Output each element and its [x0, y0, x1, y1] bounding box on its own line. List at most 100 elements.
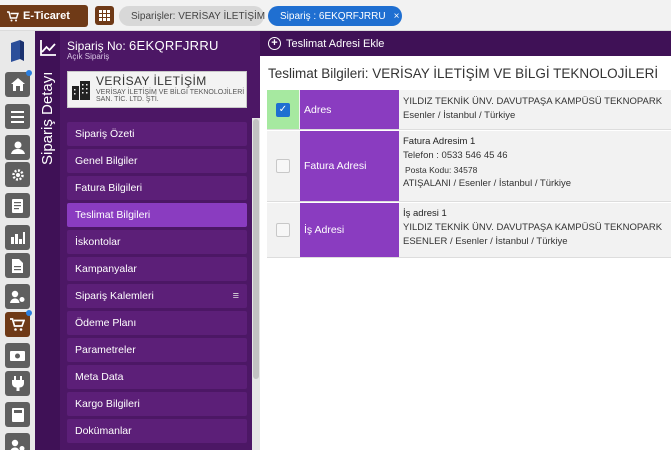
plug-icon	[11, 376, 24, 391]
file-icon	[12, 258, 23, 273]
menu-item-general-info[interactable]: Genel Bilgiler	[67, 149, 247, 173]
tab-order-detail[interactable]: Sipariş : 6EKQRFJRRU ×	[268, 6, 402, 26]
menu-item-label: İskontolar	[75, 236, 121, 248]
menu-item-documents[interactable]: Dokümanlar	[67, 419, 247, 443]
address-title: İş adresi 1	[403, 208, 447, 219]
address-line: ESENLER / Esenler / İstanbul / Türkiye	[403, 236, 568, 247]
menu-item-label: Fatura Bilgileri	[75, 182, 143, 194]
menu-item-label: Meta Data	[75, 371, 124, 383]
notification-dot	[26, 310, 32, 316]
cart-icon	[7, 10, 19, 21]
order-number: Sipariş No: 6EKQRFJRRU	[67, 38, 219, 53]
calculator-icon	[11, 407, 24, 422]
menu-item-shipping-info[interactable]: Kargo Bilgileri	[67, 392, 247, 416]
address-line: Esenler / İstanbul / Türkiye	[403, 110, 516, 121]
checkbox[interactable]	[276, 159, 290, 173]
company-legal-name: VERİSAY İLETİŞİM VE BİLGİ TEKNOLOJİLERİ …	[96, 89, 245, 103]
users-icon	[10, 439, 25, 450]
order-status: Açık Sipariş	[67, 52, 110, 61]
address-postal-code: Posta Kodu: 34578	[405, 165, 478, 175]
building-icon	[72, 81, 90, 100]
delivery-toolbar: + Teslimat Adresi Ekle	[260, 31, 671, 56]
home-button[interactable]	[5, 70, 32, 97]
address-type-label: Adres	[300, 90, 399, 129]
gear-icon	[11, 168, 24, 181]
menu-item-label: Kargo Bilgileri	[75, 398, 140, 410]
home-icon	[10, 78, 25, 91]
book-icon[interactable]	[9, 40, 25, 62]
sidebar-vertical-title: Sipariş Detayı	[39, 71, 56, 165]
notification-dot	[26, 70, 32, 76]
menu-item-invoice-info[interactable]: Fatura Bilgileri	[67, 176, 247, 200]
menu-item-delivery-info[interactable]: Teslimat Bilgileri	[67, 203, 247, 227]
menu-item-parameters[interactable]: Parametreler	[67, 338, 247, 362]
chart-bar-icon	[10, 231, 25, 244]
menu-item-label: Sipariş Kalemleri	[75, 290, 154, 302]
tab-orders[interactable]: Siparişler: VERİSAY İLETİŞİM	[119, 6, 266, 26]
menu-item-order-lines[interactable]: Sipariş Kalemleri ≡	[67, 284, 247, 308]
address-title: Fatura Adresim 1	[403, 136, 476, 147]
menu-item-label: Sipariş Özeti	[75, 128, 135, 140]
ecommerce-button[interactable]	[5, 310, 32, 337]
document-button[interactable]	[5, 193, 30, 218]
tab-orders-label: Siparişler: VERİSAY İLETİŞİM	[131, 10, 266, 22]
chart-line-icon[interactable]	[39, 39, 57, 57]
top-bar: E-Ticaret Siparişler: VERİSAY İLETİŞİM S…	[0, 0, 671, 31]
address-phone: Telefon : 0533 546 45 46	[403, 150, 508, 161]
apps-grid-button[interactable]	[95, 6, 114, 25]
order-menu: Sipariş Özeti Genel Bilgiler Fatura Bilg…	[67, 122, 247, 446]
checkbox[interactable]	[276, 223, 290, 237]
menu-item-label: Kampanyalar	[75, 263, 137, 275]
users-button[interactable]	[5, 433, 30, 450]
menu-item-order-summary[interactable]: Sipariş Özeti	[67, 122, 247, 146]
brand-button[interactable]: E-Ticaret	[0, 5, 88, 27]
company-name: VERİSAY İLETİŞİM	[96, 74, 207, 88]
check-icon[interactable]: ✓	[276, 102, 290, 117]
menu-item-label: Parametreler	[75, 344, 136, 356]
icon-rail	[0, 31, 35, 450]
menu-item-discounts[interactable]: İskontolar	[67, 230, 247, 254]
drag-handle-icon[interactable]: ≡	[233, 290, 239, 302]
settings-button[interactable]	[5, 162, 30, 187]
order-number-value: 6EKQRFJRRU	[129, 38, 219, 53]
address-row[interactable]: ✓ Adres YILDIZ TEKNİK ÜNV. DAVUTPAŞA KAM…	[267, 90, 671, 130]
reports-button[interactable]	[5, 225, 30, 250]
menu-item-payment-plan[interactable]: Ödeme Planı	[67, 311, 247, 335]
document-icon	[12, 198, 23, 213]
plus-circle-icon: +	[268, 37, 281, 50]
address-type-label: Fatura Adresi	[300, 131, 399, 201]
address-row[interactable]: Fatura Adresi Fatura Adresim 1 Telefon :…	[267, 131, 671, 202]
address-select[interactable]	[267, 131, 299, 201]
company-card[interactable]: VERİSAY İLETİŞİM VERİSAY İLETİŞİM VE BİL…	[67, 71, 247, 108]
address-row[interactable]: İş Adresi İş adresi 1 YILDIZ TEKNİK ÜNV.…	[267, 203, 671, 258]
brand-label: E-Ticaret	[23, 10, 70, 22]
tab-order-detail-label: Sipariş : 6EKQRFJRRU	[280, 10, 386, 22]
address-details: İş adresi 1 YILDIZ TEKNİK ÜNV. DAVUTPAŞA…	[403, 207, 671, 249]
user-settings-button[interactable]	[5, 284, 30, 309]
address-select[interactable]	[267, 203, 299, 257]
user-button[interactable]	[5, 135, 30, 160]
address-line: ATIŞALANI / Esenler / İstanbul / Türkiye	[403, 178, 572, 189]
page-title: Teslimat Bilgileri: VERİSAY İLETİŞİM VE …	[268, 66, 659, 81]
calculator-button[interactable]	[5, 402, 30, 427]
menu-item-label: Teslimat Bilgileri	[75, 209, 151, 221]
file-button[interactable]	[5, 253, 30, 278]
order-number-label: Sipariş No:	[67, 39, 126, 53]
close-icon[interactable]: ×	[394, 11, 400, 22]
menu-item-label: Ödeme Planı	[75, 317, 137, 329]
menu-item-label: Dokümanlar	[75, 425, 132, 437]
address-line: YILDIZ TEKNİK ÜNV. DAVUTPAŞA KAMPÜSÜ TEK…	[403, 96, 663, 107]
address-type-label: İş Adresi	[300, 203, 399, 257]
user-icon	[10, 141, 25, 154]
finance-button[interactable]	[5, 343, 30, 368]
list-button[interactable]	[5, 104, 30, 129]
add-delivery-address-button[interactable]: Teslimat Adresi Ekle	[286, 38, 384, 50]
address-details: Fatura Adresim 1 Telefon : 0533 546 45 4…	[403, 135, 671, 191]
menu-item-campaigns[interactable]: Kampanyalar	[67, 257, 247, 281]
money-icon	[10, 350, 25, 361]
menu-item-label: Genel Bilgiler	[75, 155, 138, 167]
sidebar-scrollbar-thumb[interactable]	[253, 119, 259, 379]
address-select[interactable]: ✓	[267, 90, 299, 129]
integration-button[interactable]	[5, 371, 30, 396]
menu-item-meta-data[interactable]: Meta Data	[67, 365, 247, 389]
